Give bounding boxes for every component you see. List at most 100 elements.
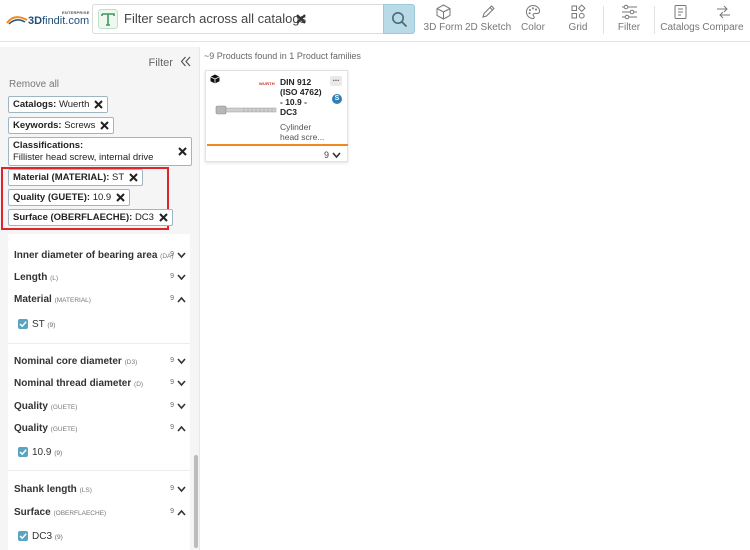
tool-3d-form[interactable]: 3D Form: [423, 4, 463, 36]
chevron-down-icon[interactable]: [177, 358, 186, 365]
catalog-icon: [674, 5, 686, 19]
checkbox-checked[interactable]: [18, 319, 28, 329]
3d-cube-icon: [210, 74, 220, 84]
chevron-down-icon[interactable]: [177, 380, 186, 387]
checkbox-checked[interactable]: [18, 531, 28, 541]
tool-catalogs[interactable]: Catalogs: [660, 4, 700, 36]
chip-key: Surface (OBERFLAECHE):: [13, 212, 133, 223]
filter-header-label: Filter: [148, 57, 173, 69]
toolbar-divider: [654, 6, 655, 34]
grid-icon: [571, 4, 586, 19]
filter-chip-classifications: Classifications: Fillister head screw, i…: [8, 137, 192, 166]
facet-label: Length (L): [14, 272, 59, 283]
clear-search-icon[interactable]: [295, 13, 307, 25]
facet-surface[interactable]: Surface (OBERFLAECHE) 9: [8, 501, 190, 523]
facet-label: Quality (GUETE): [14, 401, 78, 412]
chip-value: Wuerth: [58, 99, 90, 110]
chip-value: 10.9: [92, 192, 112, 203]
results-count: ~9 Products found in 1 Product families: [204, 51, 361, 61]
facet-divider: [8, 470, 190, 471]
chevron-down-icon[interactable]: [332, 152, 341, 159]
chevron-down-icon[interactable]: [177, 486, 186, 493]
tool-color-label: Color: [521, 22, 545, 33]
tool-compare[interactable]: Compare: [702, 4, 744, 36]
filter-chip-surface: Surface (OBERFLAECHE): DC3: [8, 209, 173, 226]
tool-grid-label: Grid: [568, 22, 588, 33]
facet-label: Nominal core diameter (D3): [14, 356, 138, 367]
sidebar-scrollbar[interactable]: [194, 455, 198, 548]
facet-nominal-thread-diameter[interactable]: Nominal thread diameter (D) 9: [8, 372, 190, 394]
chevron-down-icon[interactable]: [177, 274, 186, 281]
chevron-down-icon[interactable]: [177, 252, 186, 259]
chip-key: Keywords:: [13, 120, 62, 131]
facet-quality-expanded[interactable]: Quality (GUETE) 9: [8, 417, 190, 439]
facet-nominal-core-diameter[interactable]: Nominal core diameter (D3) 9: [8, 350, 190, 372]
facet-count: 9: [170, 508, 174, 515]
facet-count: 9: [170, 273, 174, 280]
facet-inner-diameter[interactable]: Inner diameter of bearing area (DA) 9: [8, 244, 190, 266]
facet-label: Surface (OBERFLAECHE): [14, 507, 107, 518]
tool-2d-sketch-label: 2D Sketch: [465, 22, 512, 33]
filter-header[interactable]: Filter: [148, 56, 191, 69]
chevron-down-icon[interactable]: [177, 403, 186, 410]
option-label: DC3 (9): [32, 531, 63, 542]
search-box: [92, 4, 415, 34]
remove-all-link[interactable]: Remove all: [9, 79, 59, 90]
remove-chip-icon[interactable]: [116, 193, 125, 202]
product-title[interactable]: DIN 912 (ISO 4762) - 10.9 - DC3: [280, 77, 326, 117]
facet-label: Nominal thread diameter (D): [14, 378, 144, 389]
checkbox-checked[interactable]: [18, 447, 28, 457]
search-input[interactable]: [124, 5, 324, 33]
remove-chip-icon[interactable]: [94, 100, 104, 109]
tool-filter[interactable]: Filter: [612, 4, 646, 36]
remove-chip-icon[interactable]: [178, 147, 187, 156]
chevron-up-icon[interactable]: [177, 509, 186, 516]
checkmark-icon: [19, 449, 27, 456]
facet-label: Shank length (LS): [14, 484, 92, 495]
more-options-button[interactable]: ...: [330, 75, 342, 86]
remove-chip-icon[interactable]: [129, 173, 138, 182]
top-bar: ENTERPRISE 3Dfindit.com 3D Form 2D Sketc…: [0, 0, 750, 42]
search-icon: [392, 12, 408, 28]
facet-count: 9: [170, 485, 174, 492]
tool-compare-label: Compare: [702, 22, 744, 33]
tool-2d-sketch[interactable]: 2D Sketch: [465, 4, 511, 36]
tool-color[interactable]: Color: [516, 4, 550, 36]
chip-value: DC3: [134, 212, 154, 223]
filter-chip-keywords: Keywords: Screws: [8, 117, 115, 134]
facet-material[interactable]: Material (MATERIAL) 9: [8, 288, 190, 310]
tool-3d-form-label: 3D Form: [423, 22, 463, 33]
facet-count: 9: [170, 424, 174, 431]
palette-icon: [526, 4, 541, 20]
option-label: ST (9): [32, 319, 56, 330]
checkmark-icon: [19, 321, 27, 328]
text-search-icon: [98, 9, 118, 29]
tool-filter-label: Filter: [617, 22, 641, 33]
collapse-double-chevron-icon[interactable]: [180, 56, 191, 67]
facet-count: 9: [170, 357, 174, 364]
product-card[interactable]: WURTH DIN 912 (ISO 4762) - 10.9 - DC3 Cy…: [205, 70, 348, 162]
chip-key: Classifications:: [13, 140, 84, 151]
filter-chip-catalogs: Catalogs: Wuerth: [8, 96, 109, 113]
tool-grid[interactable]: Grid: [563, 4, 593, 36]
product-description: Cylinder head scre...: [280, 122, 325, 142]
chevron-up-icon[interactable]: [177, 296, 186, 303]
facet-label: Quality (GUETE): [14, 423, 78, 434]
logo[interactable]: ENTERPRISE 3Dfindit.com: [6, 10, 90, 30]
remove-chip-icon[interactable]: [159, 213, 168, 222]
s-badge-icon[interactable]: S: [332, 94, 342, 104]
logo-name: 3Dfindit.com: [28, 15, 90, 27]
facet-shank-length[interactable]: Shank length (LS) 9: [8, 478, 190, 500]
search-button[interactable]: [383, 4, 415, 34]
chevron-up-icon[interactable]: [177, 425, 186, 432]
toolbar-divider: [603, 6, 604, 34]
remove-chip-icon[interactable]: [100, 121, 110, 130]
filter-sidebar: Filter Remove all Catalogs: Wuerth Keywo…: [0, 47, 200, 550]
chip-key: Catalogs:: [13, 99, 57, 110]
facet-divider: [8, 343, 190, 344]
screw-image: [215, 105, 277, 115]
facet-quality[interactable]: Quality (GUETE) 9: [8, 395, 190, 417]
chip-value: ST: [112, 172, 125, 183]
facet-count: 9: [170, 251, 174, 258]
facet-length[interactable]: Length (L) 9: [8, 266, 190, 288]
